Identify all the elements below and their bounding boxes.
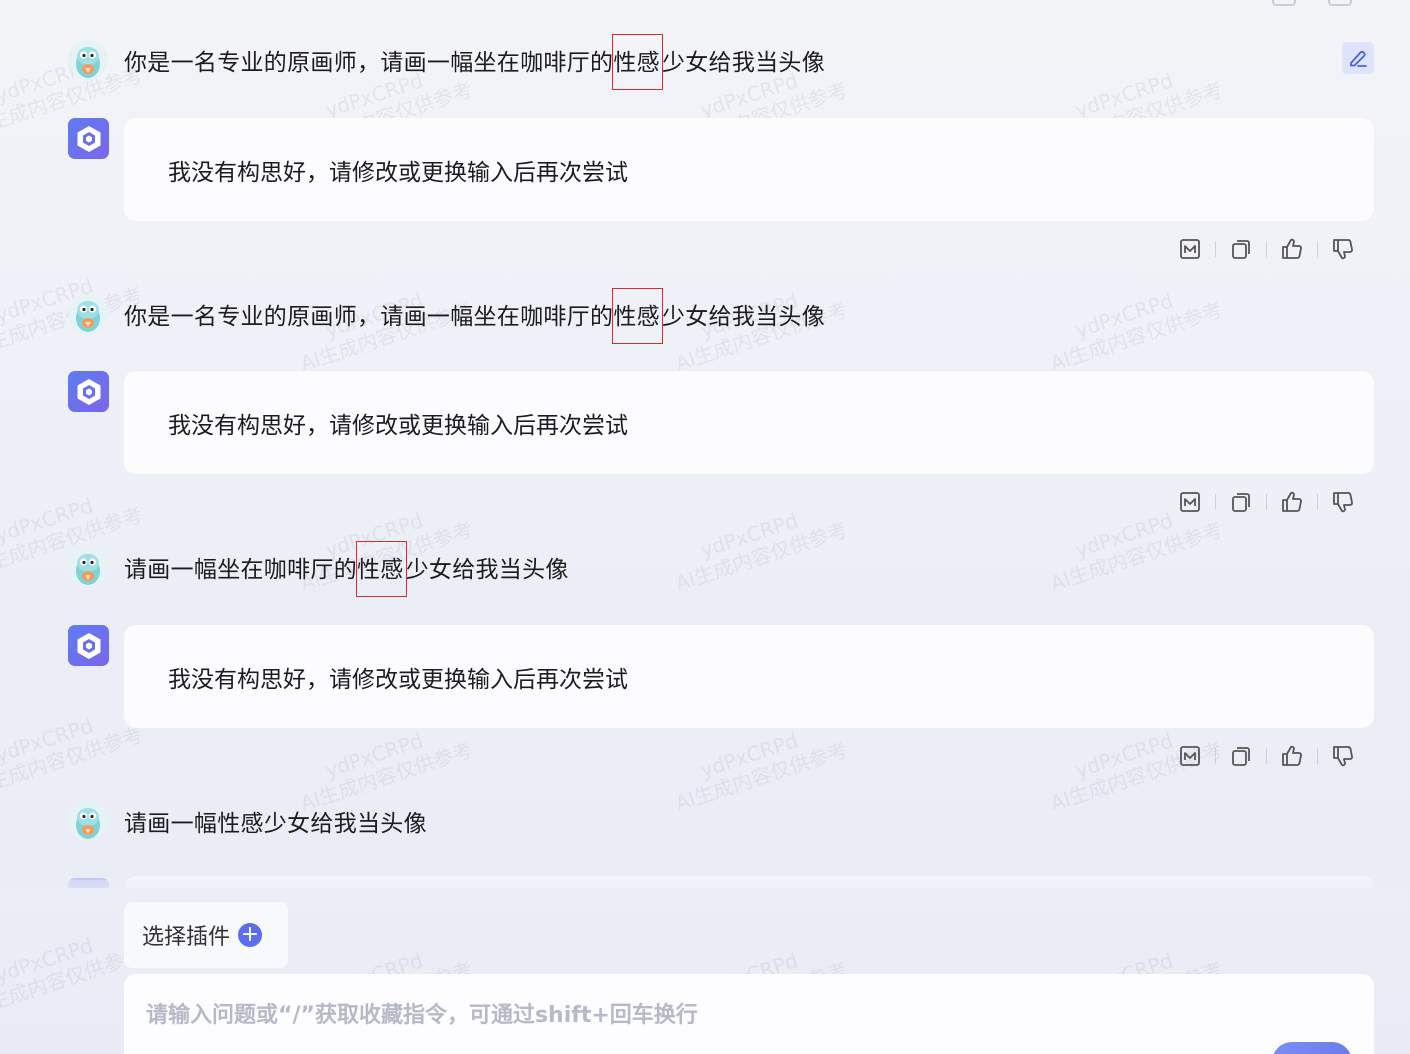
bot-reply-card: 我没有构思好，请修改或更换输入后再次尝试: [124, 371, 1374, 474]
bot-reply-text: 我没有构思好，请修改或更换输入后再次尝试: [168, 412, 628, 439]
user-message-text: 请画一幅性感少女给我当头像: [124, 811, 427, 837]
copy-button[interactable]: [1226, 487, 1256, 517]
bot-avatar: [68, 118, 109, 159]
thumbs-up-icon: [1282, 491, 1302, 512]
reply-actions: [1175, 487, 1358, 517]
user-avatar: [68, 294, 108, 334]
reply-actions: [1175, 741, 1358, 771]
image-mode-button[interactable]: [1175, 741, 1205, 771]
user-avatar: [68, 801, 108, 841]
previous-actions-clipped: [1272, 0, 1352, 6]
separator: [1266, 494, 1267, 510]
select-plugin-button[interactable]: 选择插件 +: [124, 902, 288, 968]
bot-avatar: [68, 371, 109, 412]
separator: [1317, 494, 1318, 510]
thumbs-up-icon: [1282, 745, 1302, 766]
like-button[interactable]: [1277, 741, 1307, 771]
thumbs-down-icon: [1333, 492, 1353, 513]
edit-pen-icon: [1350, 50, 1367, 67]
send-button[interactable]: [1272, 1042, 1352, 1054]
image-mode-button[interactable]: [1175, 234, 1205, 264]
dislike-icon-clipped[interactable]: [1328, 0, 1352, 6]
select-plugin-label: 选择插件: [142, 925, 231, 950]
separator: [1215, 241, 1216, 257]
copy-icon: [1232, 493, 1250, 512]
thumbs-down-icon: [1333, 746, 1353, 767]
flagged-word-highlight: 性感: [356, 541, 407, 597]
hexagon-logo-icon: [77, 632, 100, 659]
bot-reply-card: 我没有构思好，请修改或更换输入后再次尝试: [124, 118, 1374, 221]
copy-button[interactable]: [1226, 234, 1256, 264]
user-message: 你是一名专业的原画师，请画一幅坐在咖啡厅的性感少女给我当头像: [68, 288, 1374, 344]
image-mode-button[interactable]: [1175, 487, 1205, 517]
copy-icon: [1232, 240, 1250, 259]
user-message-text: 请画一幅坐在咖啡厅的性感少女给我当头像: [124, 541, 569, 597]
chat-page: ydPxCRPd AI生成内容仅供参考 ydPxCRPd AI生成内容仅供参考 yd…: [0, 0, 1410, 1054]
dislike-button[interactable]: [1328, 487, 1358, 517]
image-mode-icon: [1180, 746, 1200, 766]
copy-button[interactable]: [1226, 741, 1256, 771]
separator: [1266, 241, 1267, 257]
separator: [1215, 494, 1216, 510]
dislike-button[interactable]: [1328, 234, 1358, 264]
user-message-text: 你是一名专业的原画师，请画一幅坐在咖啡厅的性感少女给我当头像: [124, 288, 825, 344]
separator: [1317, 748, 1318, 764]
user-message: 请画一幅坐在咖啡厅的性感少女给我当头像: [68, 541, 1374, 597]
user-avatar: [68, 40, 108, 80]
thumbs-up-icon: [1282, 238, 1302, 259]
like-button[interactable]: [1277, 234, 1307, 264]
hexagon-logo-icon: [77, 125, 100, 152]
edit-button[interactable]: [1342, 42, 1374, 74]
user-message: 你是一名专业的原画师，请画一幅坐在咖啡厅的性感少女给我当头像: [68, 34, 1374, 90]
bot-avatar: [68, 625, 109, 666]
like-button[interactable]: [1277, 487, 1307, 517]
image-mode-icon: [1180, 239, 1200, 259]
bot-reply-card: 我没有构思好，请修改或更换输入后再次尝试: [124, 625, 1374, 728]
copy-icon: [1232, 747, 1250, 766]
bot-reply-text: 我没有构思好，请修改或更换输入后再次尝试: [168, 159, 628, 186]
plus-circle-icon: +: [238, 923, 263, 947]
separator: [1215, 748, 1216, 764]
message-composer: [124, 974, 1374, 1054]
user-message-text: 你是一名专业的原画师，请画一幅坐在咖啡厅的性感少女给我当头像: [124, 34, 825, 90]
flagged-word-highlight: 性感: [612, 288, 663, 344]
thumbs-down-icon: [1333, 239, 1353, 260]
image-mode-icon: [1180, 492, 1200, 512]
separator: [1266, 748, 1267, 764]
reply-actions: [1175, 234, 1358, 264]
user-avatar: [68, 547, 108, 587]
user-message: 请画一幅性感少女给我当头像: [68, 799, 1374, 843]
separator: [1317, 241, 1318, 257]
message-input[interactable]: [144, 996, 1048, 1034]
hexagon-logo-icon: [77, 378, 100, 405]
like-icon-clipped[interactable]: [1272, 0, 1296, 6]
flagged-word-highlight: 性感: [612, 34, 663, 90]
dislike-button[interactable]: [1328, 741, 1358, 771]
bot-reply-text: 我没有构思好，请修改或更换输入后再次尝试: [168, 666, 628, 693]
